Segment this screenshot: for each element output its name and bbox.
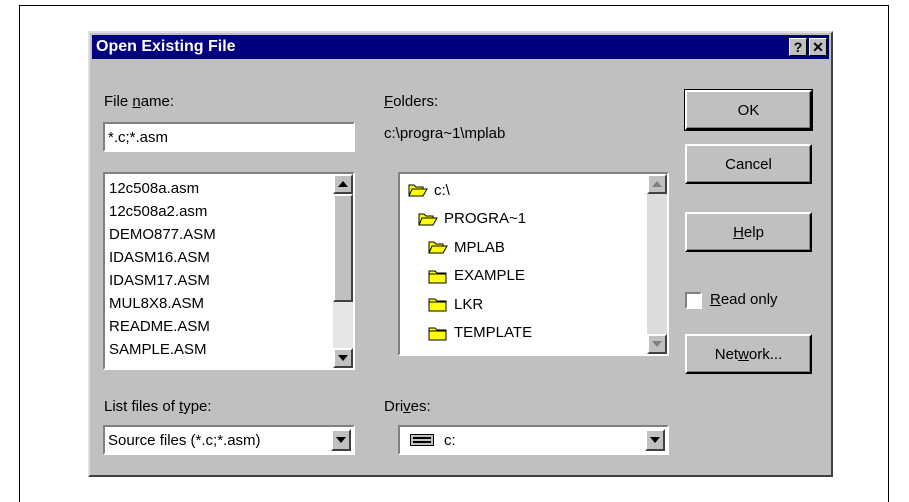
- file-list-item[interactable]: 12c508a2.asm: [105, 200, 333, 223]
- drives-label: Drives:: [384, 398, 431, 415]
- folders-label: Folders:: [384, 93, 439, 110]
- folder-name: EXAMPLE: [454, 267, 525, 284]
- folder-name: TEMPLATE: [454, 324, 533, 341]
- down-arrow-icon: [338, 355, 348, 361]
- closed-folder-icon: [428, 327, 447, 340]
- open-file-dialog: Open Existing File ? ✕ File name: *.c;*.…: [88, 31, 833, 477]
- open-folder-icon: [428, 241, 448, 254]
- scroll-down-button: [647, 334, 667, 354]
- current-path: c:\progra~1\mplab: [384, 125, 506, 142]
- cancel-button[interactable]: Cancel: [685, 144, 812, 184]
- folder-tree-item[interactable]: LKR: [428, 292, 483, 316]
- scroll-up-button[interactable]: [333, 174, 353, 194]
- file-list[interactable]: 12c508a.asm 12c508a2.asm DEMO877.ASM IDASM1…: [103, 172, 355, 370]
- closed-folder-icon: [428, 270, 447, 283]
- title-bar[interactable]: Open Existing File ? ✕: [92, 35, 829, 59]
- scroll-thumb[interactable]: [333, 194, 353, 302]
- question-icon: ?: [793, 39, 803, 55]
- file-name-label: File name:: [104, 93, 175, 110]
- down-arrow-icon: [652, 341, 662, 347]
- drives-dropdown-button[interactable]: [645, 429, 665, 451]
- folder-tree-item[interactable]: EXAMPLE: [428, 264, 525, 288]
- closed-folder-icon: [428, 298, 447, 312]
- folder-name: PROGRA~1: [444, 210, 527, 227]
- file-type-dropdown-button[interactable]: [331, 429, 351, 451]
- file-list-item[interactable]: DEMO877.ASM: [105, 223, 333, 246]
- file-type-select[interactable]: Source files (*.c;*.asm): [103, 425, 355, 455]
- network-button[interactable]: Net w ork...: [685, 334, 812, 374]
- drive-icon: [410, 434, 434, 446]
- scroll-up-button: [647, 174, 667, 194]
- scroll-down-button[interactable]: [333, 348, 353, 368]
- read-only-label[interactable]: Read only: [710, 291, 778, 308]
- open-folder-icon: [418, 213, 438, 225]
- drives-select[interactable]: c:: [398, 425, 669, 455]
- open-folder-icon: [408, 184, 428, 197]
- help-button[interactable]: Help: [685, 212, 812, 252]
- close-button[interactable]: ✕: [809, 38, 827, 56]
- file-list-item[interactable]: IDASM17.ASM: [105, 269, 333, 292]
- file-name-input[interactable]: *.c;*.asm: [103, 122, 355, 152]
- file-type-label: List files of type:: [104, 398, 212, 415]
- file-list-item[interactable]: MUL8X8.ASM: [105, 292, 333, 315]
- up-arrow-icon: [652, 181, 662, 187]
- folder-name: LKR: [454, 295, 484, 313]
- folder-tree-item[interactable]: c:\: [408, 178, 450, 202]
- file-list-item[interactable]: IDASM16.ASM: [105, 246, 333, 269]
- file-list-item[interactable]: SAMPLE.ASM: [105, 338, 333, 361]
- ok-button[interactable]: OK: [684, 89, 813, 131]
- chevron-down-icon: [650, 437, 660, 443]
- file-list-item[interactable]: README.ASM: [105, 315, 333, 338]
- close-icon: ✕: [812, 39, 824, 55]
- file-list-scrollbar[interactable]: [333, 174, 353, 368]
- folder-tree-item[interactable]: PROGRA~1: [418, 207, 526, 231]
- folder-tree-item[interactable]: TEMPLATE: [428, 321, 532, 345]
- folder-tree-item[interactable]: MPLAB: [428, 235, 505, 259]
- up-arrow-icon: [338, 181, 348, 187]
- chevron-down-icon: [336, 437, 346, 443]
- read-only-checkbox[interactable]: [685, 292, 702, 309]
- folder-name: c:\: [434, 181, 450, 199]
- folder-name: MPLAB: [454, 238, 505, 256]
- folder-scrollbar: [647, 174, 667, 354]
- folder-tree[interactable]: c:\ PROGRA~1 MPLAB EXAMPLE LKR TEMPLATE: [398, 172, 669, 356]
- file-list-item[interactable]: 12c508a.asm: [105, 177, 333, 200]
- dialog-title: Open Existing File: [96, 38, 236, 55]
- help-title-button[interactable]: ?: [789, 38, 807, 56]
